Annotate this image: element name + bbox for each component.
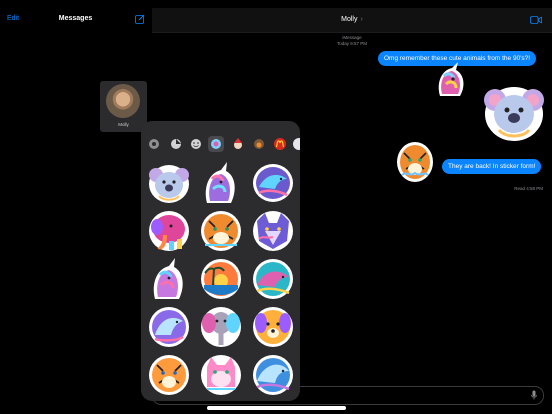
elephant-sticker[interactable]: [147, 209, 191, 253]
unicorn-sticker[interactable]: [199, 161, 243, 205]
pinned-conversation-molly[interactable]: Molly: [100, 81, 147, 132]
compose-icon[interactable]: [135, 14, 145, 24]
sidebar-header: Edit Messages: [0, 12, 151, 28]
app-icon-mcdonalds[interactable]: [273, 137, 287, 151]
dolphin-sticker[interactable]: [251, 161, 295, 205]
app-drawer-tabs: [141, 136, 300, 153]
contact-name: Molly: [341, 16, 358, 23]
memoji-icon[interactable]: [189, 137, 203, 151]
wolf-sticker[interactable]: [251, 209, 295, 253]
unicorn-sticker[interactable]: [434, 62, 468, 100]
camera-icon[interactable]: [147, 137, 161, 151]
dolphin-sticker[interactable]: [147, 305, 191, 349]
microphone-icon[interactable]: [531, 390, 537, 400]
sticker-pack-tab-selected[interactable]: [208, 136, 224, 152]
pinned-contact-name: Molly: [118, 122, 129, 127]
stickers-icon[interactable]: [169, 137, 183, 151]
video-camera-icon[interactable]: [530, 16, 542, 24]
cat-sticker[interactable]: [199, 353, 243, 397]
sunset-island-sticker[interactable]: [199, 257, 243, 301]
tiger-sticker[interactable]: [396, 141, 434, 183]
koala-sticker[interactable]: [483, 82, 545, 142]
chat-header: Molly ›: [152, 8, 552, 33]
tiger-sticker[interactable]: [199, 209, 243, 253]
timestamp: Today 9:57 PM: [336, 41, 368, 46]
conversation-sidebar: Edit Messages Molly: [0, 0, 151, 414]
app-icon-santa[interactable]: [231, 137, 245, 151]
dolphin-sticker[interactable]: [251, 257, 295, 301]
contact-avatar: [106, 84, 140, 118]
sidebar-title: Messages: [58, 15, 93, 22]
read-receipt: Read 4:58 PM: [514, 186, 543, 191]
elephant-sticker[interactable]: [199, 305, 243, 349]
home-indicator: [207, 406, 346, 410]
app-icon-animal[interactable]: [252, 137, 266, 151]
dolphin-sticker[interactable]: [251, 353, 295, 397]
chevron-right-icon: ›: [360, 16, 363, 23]
tiger-sticker[interactable]: [147, 353, 191, 397]
dog-sticker[interactable]: [251, 305, 295, 349]
message-bubble[interactable]: They are back! In sticker form!: [442, 159, 542, 174]
sticker-pack-icon: [211, 139, 221, 149]
unicorn-sticker[interactable]: [147, 257, 191, 301]
koala-sticker[interactable]: [147, 161, 191, 205]
app-icon-more[interactable]: [292, 137, 300, 151]
conversation-meta: iMessage Today 9:57 PM: [152, 35, 552, 47]
sticker-drawer: [141, 121, 300, 401]
contact-name-button[interactable]: Molly ›: [152, 16, 552, 23]
